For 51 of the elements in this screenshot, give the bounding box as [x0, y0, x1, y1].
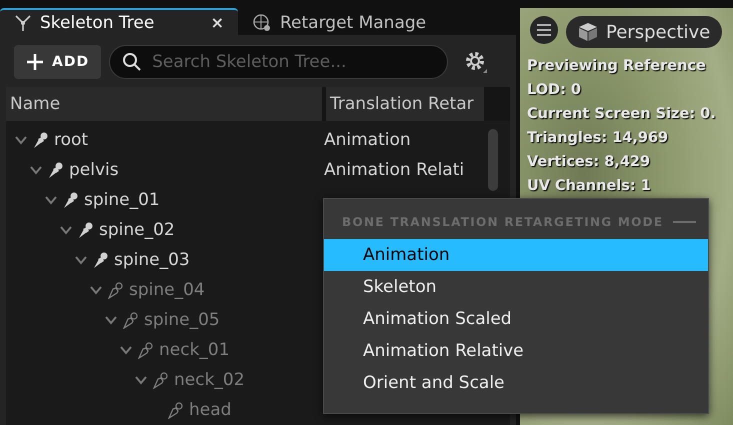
stat-text: LOD: 0 — [527, 81, 582, 100]
stat-text: UV Channels: 1 — [527, 177, 652, 196]
bone-name[interactable]: spine_05 — [144, 310, 220, 330]
stat-text: Current Screen Size: 0. — [527, 105, 717, 124]
bone-outline-icon — [167, 401, 185, 419]
menu-item[interactable]: Animation — [324, 239, 708, 271]
bone-name[interactable]: pelvis — [69, 160, 119, 180]
bone-name[interactable]: head — [189, 400, 232, 420]
stat-text: Vertices: 8,429 — [527, 153, 652, 172]
search-field[interactable]: Search Skeleton Tree... — [109, 45, 448, 79]
search-icon — [122, 52, 142, 72]
perspective-button[interactable]: Perspective — [566, 16, 722, 48]
bone-icon — [92, 251, 110, 269]
scrollbar-thumb[interactable] — [488, 129, 498, 191]
bone-outline-icon — [122, 311, 140, 329]
menu-item[interactable]: Skeleton — [324, 271, 708, 303]
bone-icon — [62, 191, 80, 209]
close-button[interactable]: × — [210, 13, 224, 32]
column-header[interactable]: Name — [6, 87, 322, 121]
panel-tab[interactable]: Retarget Manage — [238, 8, 476, 35]
menu-item[interactable]: Orient and Scale — [324, 367, 708, 399]
globe-gear-icon — [252, 12, 272, 32]
translation-mode-dropdown[interactable]: Animation Relati — [324, 160, 484, 180]
bone-name[interactable]: neck_02 — [174, 370, 245, 390]
search-input[interactable]: Search Skeleton Tree... — [150, 51, 435, 73]
bone-icon — [32, 131, 50, 149]
settings-icon[interactable] — [464, 50, 488, 74]
bone-outline-icon — [137, 341, 155, 359]
bone-outline-icon — [107, 281, 125, 299]
bone-outline-icon — [152, 371, 170, 389]
menu-item[interactable]: Animation Scaled — [324, 303, 708, 335]
cube-icon — [578, 22, 598, 42]
panel-tab[interactable]: Skeleton Tree × — [0, 8, 238, 35]
menu-icon — [537, 24, 551, 36]
add-button[interactable]: ADD — [14, 45, 102, 79]
bone-icon — [47, 161, 65, 179]
bone-name[interactable]: spine_01 — [84, 190, 160, 210]
bone-name[interactable]: spine_03 — [114, 250, 190, 270]
menu-button[interactable] — [530, 16, 558, 44]
stat-text: Triangles: 14,969 — [527, 129, 670, 148]
translation-mode-dropdown[interactable]: Animation — [324, 130, 484, 150]
column-header[interactable]: Translation Retar — [326, 87, 484, 121]
bone-name[interactable]: spine_02 — [99, 220, 175, 240]
bone-name[interactable]: spine_04 — [129, 280, 205, 300]
bone-name[interactable]: root — [54, 130, 88, 150]
menu-item[interactable]: Animation Relative — [324, 335, 708, 367]
skeleton-icon — [14, 14, 32, 32]
stat-text: Previewing Reference — [527, 57, 707, 76]
plus-icon — [26, 53, 44, 71]
bone-icon — [77, 221, 95, 239]
bone-name[interactable]: neck_01 — [159, 340, 230, 360]
